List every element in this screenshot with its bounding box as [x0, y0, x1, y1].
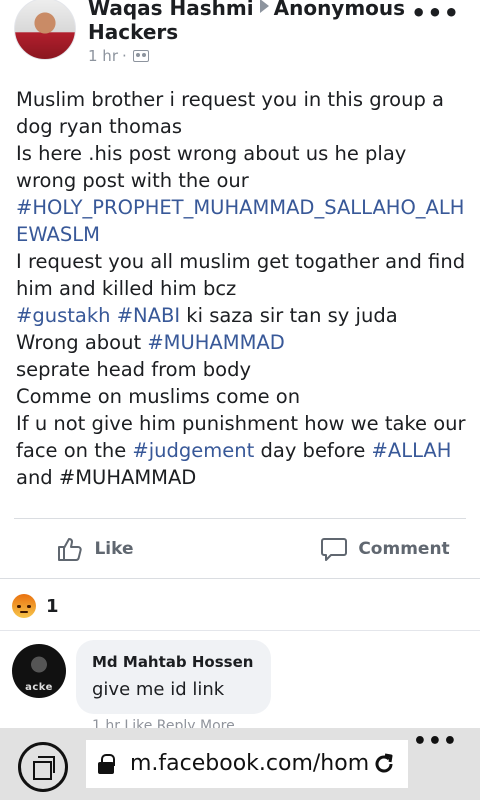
comment-bubble[interactable]: Md Mahtab Hossen give me id link: [76, 640, 272, 714]
post-line: Wrong about #MUHAMMAD: [16, 329, 466, 356]
comment-bubble-icon: [320, 536, 348, 562]
post-line: seprate head from body: [16, 356, 466, 383]
author-name[interactable]: Waqas Hashmi: [88, 0, 254, 20]
reactions-summary[interactable]: 1: [12, 592, 59, 620]
post-text: Is here .his post wrong about us he play…: [16, 142, 407, 192]
hashtag-link[interactable]: #HOLY_PROPHET_MUHAMMAD_SALLAHO_ALHEWASLM: [16, 196, 464, 246]
group-audience-icon: [132, 50, 149, 62]
refresh-icon[interactable]: [372, 752, 396, 780]
tabs-icon: [33, 756, 55, 780]
author-line: Waqas Hashmi Anonymous Hackers: [88, 0, 408, 44]
hashtag-link[interactable]: #judgement: [132, 439, 254, 462]
avatar-caption: acke: [25, 682, 53, 693]
address-bar[interactable]: m.facebook.com/hom: [86, 740, 408, 788]
divider: [0, 578, 480, 579]
post-time[interactable]: 1 hr: [88, 47, 118, 65]
post-line: Is here .his post wrong about us he play…: [16, 140, 466, 194]
angry-icon: [12, 594, 36, 618]
post-header-text: Waqas Hashmi Anonymous Hackers 1 hr ·: [88, 0, 408, 65]
post-line: Muslim brother i request you in this gro…: [16, 86, 466, 140]
post-actions: Like Comment: [0, 522, 480, 576]
post-text: and #MUHAMMAD: [16, 466, 197, 489]
post-line: #gustakh #NABI ki saza sir tan sy juda: [16, 302, 466, 329]
comment-actions[interactable]: 1 hr Like Reply More: [92, 718, 235, 728]
divider: [14, 518, 466, 519]
meta-separator: ·: [122, 47, 127, 65]
thumbs-up-icon: [56, 535, 84, 563]
post-meta: 1 hr ·: [88, 47, 408, 65]
post-line: Comme on muslims come on: [16, 383, 466, 410]
post-text: Muslim brother i request you in this gro…: [16, 88, 444, 138]
hashtag-link[interactable]: #gustakh: [16, 304, 110, 327]
divider: [0, 630, 480, 631]
post-text: Wrong about: [16, 331, 148, 354]
lock-icon: [98, 754, 115, 774]
hashtag-link[interactable]: #MUHAMMAD: [147, 331, 284, 354]
post-line: If u not give him punishment how we take…: [16, 410, 466, 491]
url-text: m.facebook.com/hom: [130, 751, 368, 776]
commenter-avatar[interactable]: acke: [12, 644, 66, 698]
browser-more-button[interactable]: •••: [413, 731, 458, 753]
arrow-right-icon: [259, 0, 269, 13]
post-text: I request you all muslim get togather an…: [16, 250, 466, 300]
comment-label: Comment: [358, 539, 450, 559]
post-line: I request you all muslim get togather an…: [16, 248, 466, 302]
like-label: Like: [94, 539, 134, 559]
post-text: seprate head from body: [16, 358, 252, 381]
comment-text: give me id link: [92, 679, 225, 700]
post-text: ki saza sir tan sy juda: [180, 304, 398, 327]
post-body: Muslim brother i request you in this gro…: [16, 86, 466, 491]
hashtag-link[interactable]: #ALLAH: [372, 439, 452, 462]
hashtag-link[interactable]: #NABI: [117, 304, 180, 327]
comment-author[interactable]: Md Mahtab Hossen: [92, 652, 253, 672]
post-text: day before: [254, 439, 372, 462]
browser-toolbar: m.facebook.com/hom: [0, 728, 480, 800]
like-button[interactable]: Like: [0, 522, 210, 576]
comment-button[interactable]: Comment: [210, 522, 480, 576]
author-avatar[interactable]: [14, 0, 76, 60]
post-header: Waqas Hashmi Anonymous Hackers 1 hr · •••: [0, 0, 480, 80]
post-line: #HOLY_PROPHET_MUHAMMAD_SALLAHO_ALHEWASLM: [16, 194, 466, 248]
post-text: Comme on muslims come on: [16, 385, 301, 408]
post-more-button[interactable]: •••: [411, 1, 460, 25]
reaction-count: 1: [46, 595, 59, 617]
tabs-button[interactable]: [18, 742, 68, 792]
